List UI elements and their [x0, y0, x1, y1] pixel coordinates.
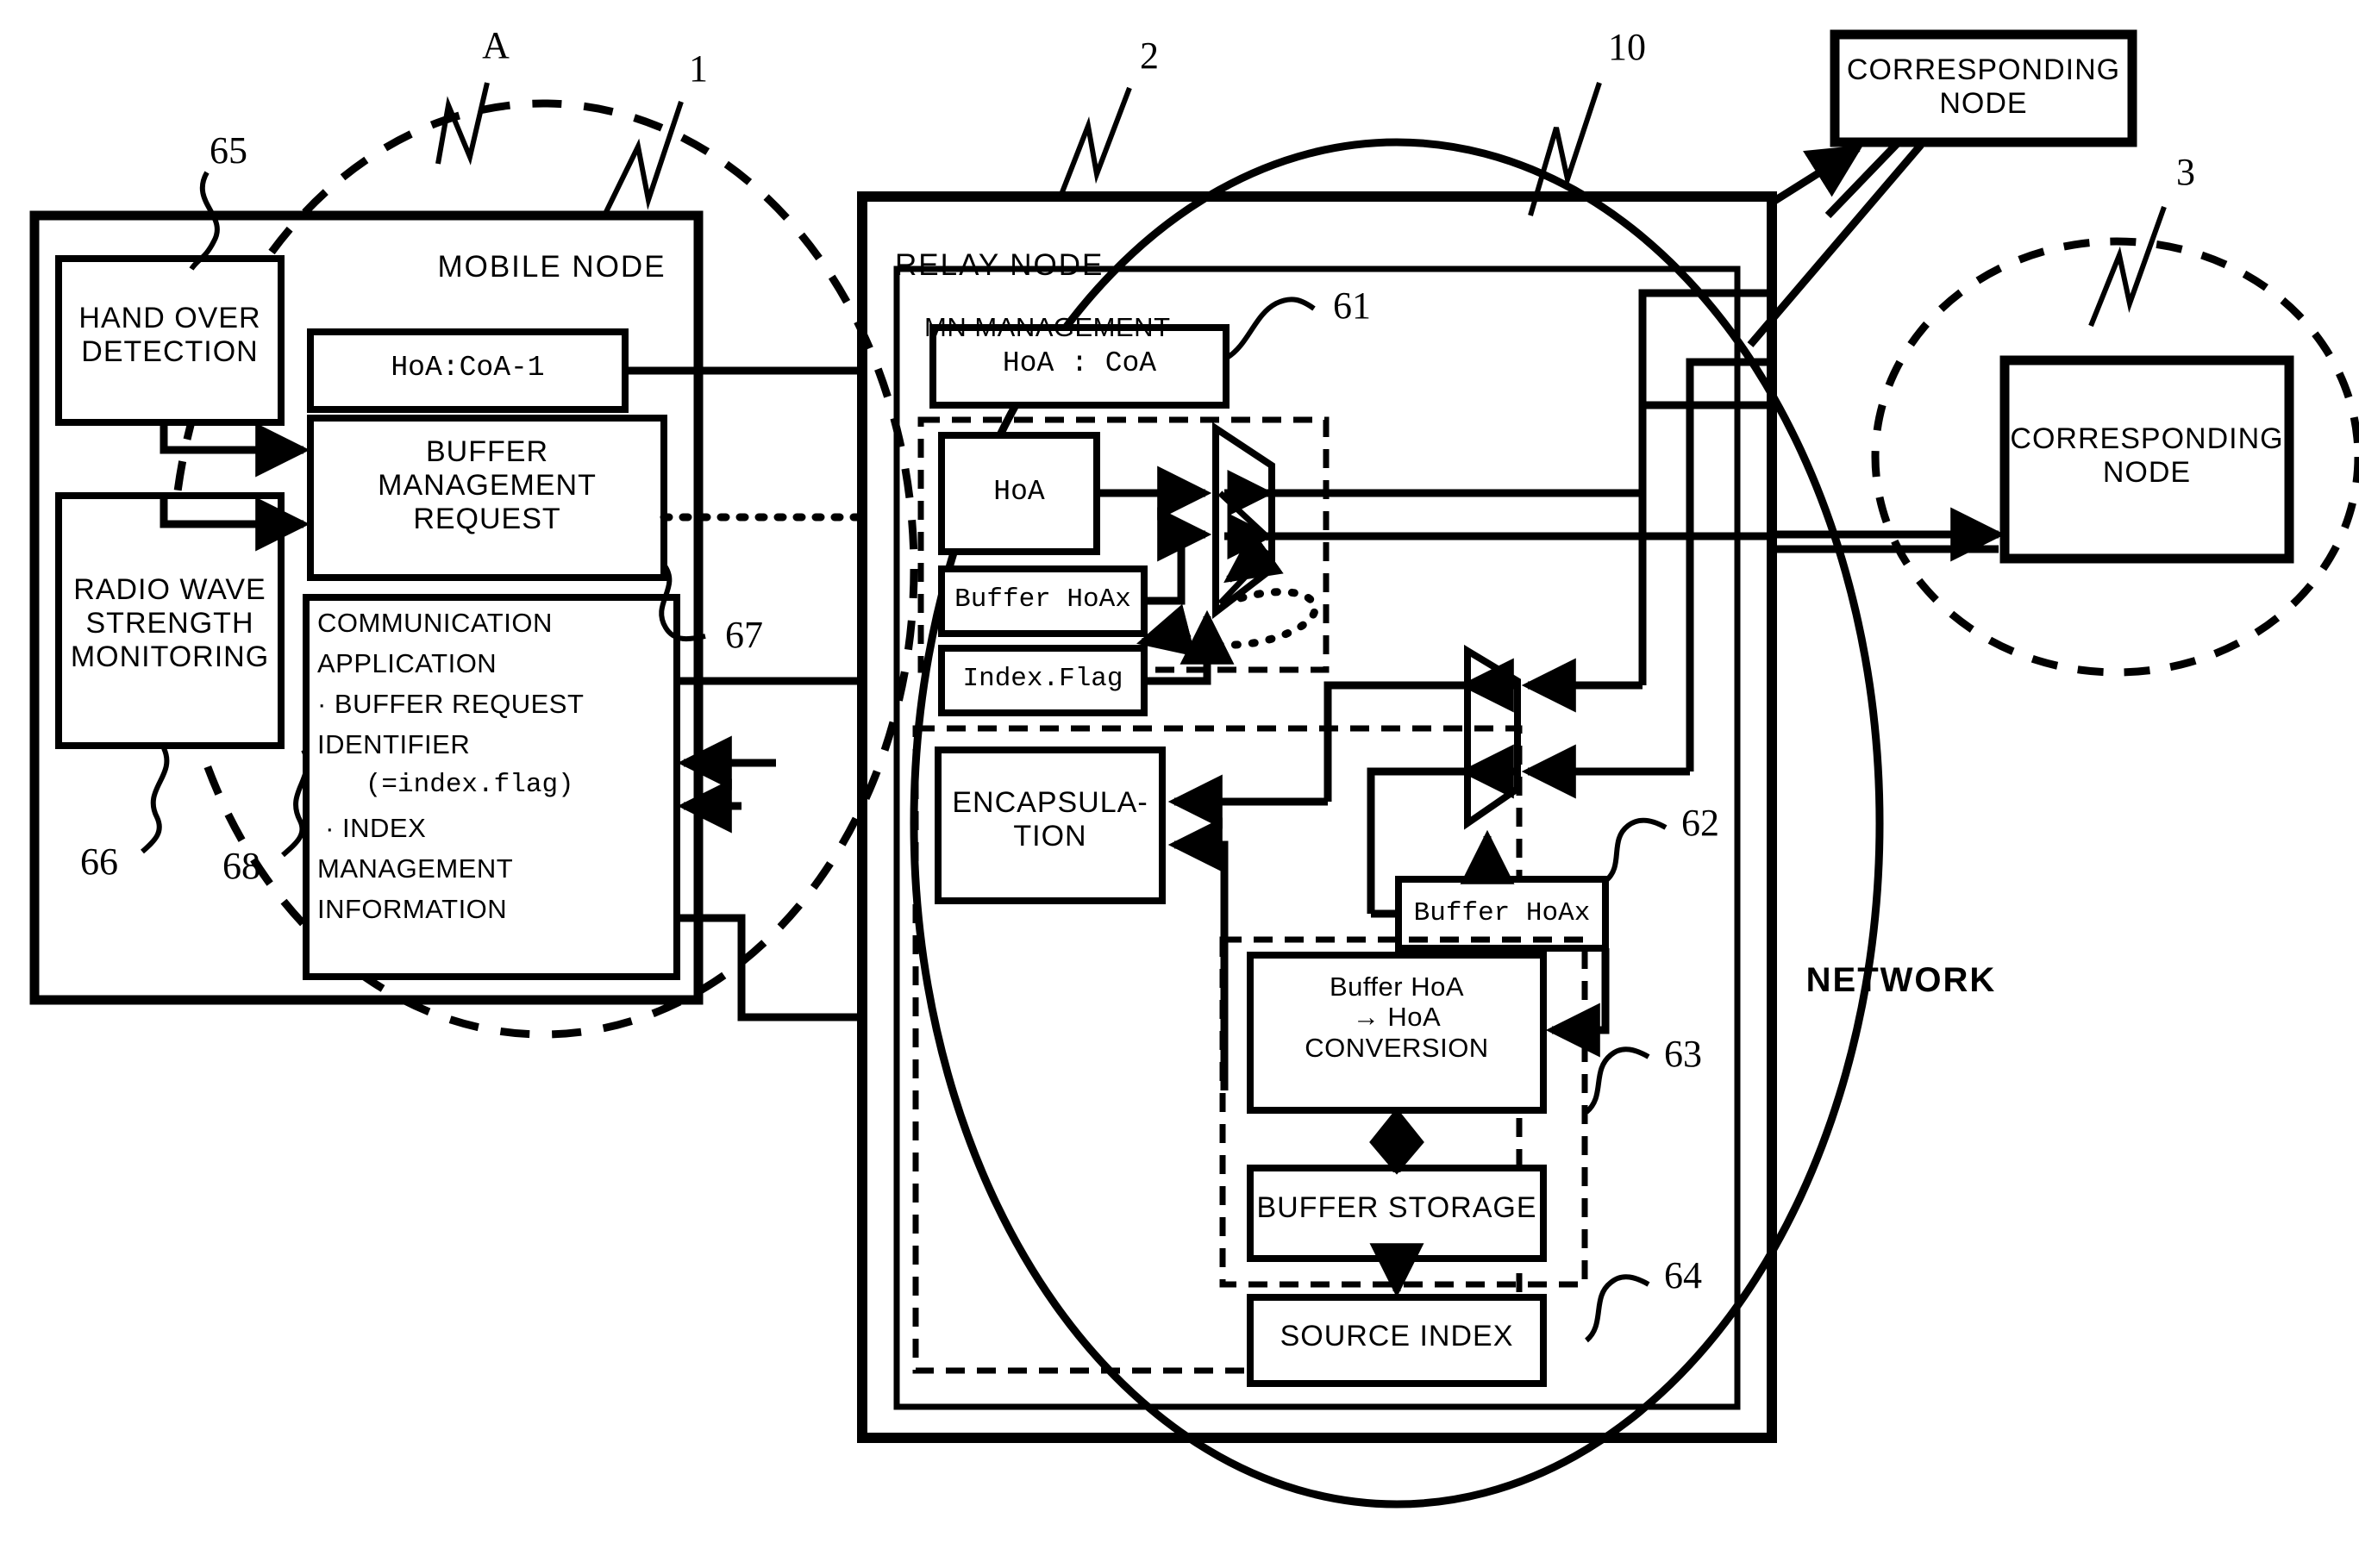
ref-10: 10: [1608, 26, 1646, 68]
handover-detection-label: HAND OVER DETECTION: [78, 302, 261, 368]
ref-61: 61: [1333, 284, 1371, 327]
ref-66: 66: [80, 840, 118, 883]
relay-hoa-coa-label: HoA : CoA: [1002, 347, 1157, 379]
comm-app-line-8: INFORMATION: [317, 894, 508, 924]
relay-index-flag-label: Index.Flag: [962, 664, 1123, 694]
comm-app-line-7: MANAGEMENT: [317, 853, 514, 884]
ref-A: A: [482, 24, 510, 66]
ref-68: 68: [222, 845, 260, 887]
patent-figure: MOBILE NODE HAND OVER DETECTION RADIO WA…: [0, 0, 2359, 1568]
corresponding-node-1-label: CORRESPONDING NODE: [1846, 53, 2121, 120]
comm-app-line-5: (=index.flag): [317, 770, 574, 800]
buffer-hoa-conversion-label: Buffer HoA → HoA CONVERSION: [1305, 971, 1489, 1063]
ref-3: 3: [2176, 151, 2195, 193]
encapsulation-label: ENCAPSULA- TION: [952, 786, 1148, 853]
comm-app-line-3: · BUFFER REQUEST: [317, 689, 585, 719]
mobile-node-title: MOBILE NODE: [437, 250, 666, 284]
relay-buffer-hoax-label: Buffer HoAx: [954, 584, 1131, 615]
buffer-mgmt-request-label: BUFFER MANAGEMENT REQUEST: [378, 435, 597, 535]
comm-app-line-4: IDENTIFIER: [317, 729, 471, 759]
ref-64: 64: [1664, 1254, 1702, 1296]
comm-app-line-6: · INDEX: [317, 813, 427, 843]
corresponding-node-2-label: CORRESPONDING NODE: [2010, 422, 2284, 489]
ref-67: 67: [725, 614, 763, 656]
ref-leader-2: [1058, 86, 1132, 198]
radio-strength-label: RADIO WAVE STRENGTH MONITORING: [70, 573, 270, 673]
comm-app-line-2: APPLICATION: [317, 648, 497, 678]
relay-hoa-label: HoA: [993, 476, 1045, 508]
ref-1: 1: [689, 47, 708, 90]
ref-leader-A: [435, 82, 490, 166]
mn-hoa-coa-label: HoA:CoA-1: [391, 352, 545, 384]
relay-node-title: RELAY NODE: [895, 248, 1104, 282]
relay-buffer-hoax-62-label: Buffer HoAx: [1413, 898, 1591, 928]
ref-65: 65: [210, 129, 247, 172]
ref-2: 2: [1140, 34, 1159, 77]
mn-management-title: MN MANAGEMENT: [924, 312, 1171, 342]
buffer-storage-label: BUFFER STORAGE: [1256, 1191, 1537, 1224]
network-label: NETWORK: [1805, 961, 1997, 999]
comm-app-line-1: COMMUNICATION: [317, 608, 553, 638]
ref-62: 62: [1681, 802, 1719, 844]
ref-leader-3: [2088, 205, 2167, 328]
source-index-label: SOURCE INDEX: [1280, 1320, 1514, 1352]
ref-63: 63: [1664, 1033, 1702, 1075]
